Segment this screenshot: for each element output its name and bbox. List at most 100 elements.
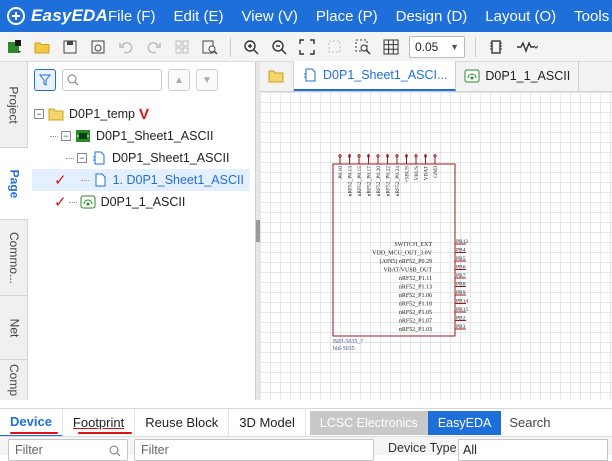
tab-project[interactable]: Project [0,62,28,148]
right-pin[interactable]: (AIN5) nRF52_P0.29 PB5 [380,256,466,265]
search-icon [67,74,79,86]
save-icon [63,40,77,53]
tab-common[interactable]: Commo... [0,220,28,296]
svg-text:P0.10: P0.10 [338,166,344,179]
menu-tools[interactable]: Tools [574,8,609,25]
top-pin[interactable]: nRF52_P0.13 [348,154,354,196]
select-area-button[interactable] [323,35,347,59]
pcb-icon [464,69,480,83]
zoom-area-button[interactable] [351,35,375,59]
doc-tab-label: D0P1_1_ASCII [485,69,571,83]
tab-comp[interactable]: Comp [0,360,28,400]
grid-icon [383,39,399,54]
zoom-out-button[interactable] [267,35,291,59]
svg-text:nRF52_P0.15: nRF52_P0.15 [357,166,363,197]
easyeda-source-button[interactable]: EasyEDA [427,410,502,435]
menu-file[interactable]: File (F) [108,8,156,25]
search-icon [109,445,121,457]
menu-layout[interactable]: Layout (O) [485,8,556,25]
top-pin[interactable]: nRF52_P0.20 [376,154,382,196]
zoom-value: 0.05 [415,39,439,54]
svg-text:PB15: PB15 [456,307,468,313]
collapse-icon[interactable]: − [61,131,71,141]
wire-button[interactable] [512,35,542,59]
top-pin[interactable]: nRF52_P0.17 [367,154,373,196]
prev-button[interactable]: ▲ [168,69,190,91]
find-button[interactable] [198,35,222,59]
tab-comp-label: Comp [7,363,22,397]
library-search[interactable]: Search [501,415,550,430]
menu-place[interactable]: Place (P) [316,8,378,25]
top-pin[interactable]: GND [433,154,439,178]
pcb-icon [80,195,96,209]
chevron-down-icon: ▼ [450,41,459,52]
top-pin[interactable]: +5BUS [405,154,411,183]
tab-net-label: Net [7,318,21,337]
zoom-select[interactable]: 0.05 ▼ [409,35,465,58]
tree-item-label: D0P1_Sheet1_ASCII [96,129,214,143]
doc-tab-project[interactable] [260,61,294,91]
library-search-label: Search [509,415,551,430]
svg-text:SWITCH_EXT: SWITCH_EXT [394,242,432,248]
top-pin[interactable]: nRF52_P0.22 [386,154,392,196]
doc-tab-pcb[interactable]: D0P1_1_ASCII [456,61,580,91]
menu-view[interactable]: View (V) [242,8,298,25]
panel-search-box[interactable] [62,69,162,91]
right-pin[interactable]: VBAT/VUSB_OUT PB6 [383,265,466,274]
collapse-icon[interactable]: − [34,109,44,119]
new-button[interactable] [2,35,26,59]
svg-text:PB7: PB7 [456,273,466,279]
lib-tab-reuse-block[interactable]: Reuse Block [135,408,230,437]
svg-text:PB9: PB9 [456,290,466,296]
top-pin[interactable]: nRF52_P0.24 [395,154,401,196]
left-tab-strip: Project Page Commo... Net Comp [0,62,28,400]
doc-tab-sheet[interactable]: D0P1_Sheet1_ASCI... [294,61,457,91]
zoom-in-button[interactable] [239,35,263,59]
svg-text:PB5: PB5 [456,256,466,262]
align-button[interactable] [170,35,194,59]
filter-input-2[interactable]: Filter [134,439,374,461]
top-pin[interactable]: VBAT [424,154,430,180]
device-type-select[interactable]: All [458,439,608,461]
lib-tab-3d-model[interactable]: 3D Model [229,408,306,437]
right-pin[interactable]: nRF52_P1.03 PB3 [399,324,466,333]
right-pin[interactable]: VDD_MCU_OUT_3.0V PB4 [372,248,466,257]
device-type-label: Device Type [388,441,457,455]
chip-button[interactable] [484,35,508,59]
panel-search-input[interactable] [83,73,153,87]
undo-button[interactable] [114,35,138,59]
redo-button[interactable] [142,35,166,59]
open-button[interactable] [30,35,54,59]
tree-item-pcb[interactable]: ✓ D0P1_1_ASCII [32,191,250,213]
top-pin[interactable]: P0.10 [338,154,344,179]
filter-icon [39,74,51,86]
menu-design[interactable]: Design (D) [396,8,468,25]
tab-net[interactable]: Net [0,296,28,360]
tree-item-sheet[interactable]: − D0P1_Sheet1_ASCII [66,147,250,169]
top-pin[interactable]: VBUS [414,154,420,181]
zoom-out-icon [272,39,287,54]
tab-page[interactable]: Page [0,148,28,220]
tree-item-project[interactable]: − D0P1_temp V [34,103,250,125]
save-button[interactable] [58,35,82,59]
svg-text:PB12: PB12 [456,239,468,245]
fit-button[interactable] [295,35,319,59]
filter-input-1[interactable]: Filter [8,439,128,461]
tree-item-schematic[interactable]: − D0P1_Sheet1_ASCII [50,125,250,147]
collapse-icon[interactable]: − [77,153,87,163]
grid-button[interactable] [379,35,403,59]
tree-item-label: D0P1_1_ASCII [100,195,186,209]
top-pin[interactable]: nRF52_P0.15 [357,154,363,196]
lcsc-source-button[interactable]: LCSC Electronics [309,410,428,435]
save-as-button[interactable] [86,35,110,59]
schematic-canvas[interactable]: P0.10 nRF52_P0.13 nRF52_P0.15 nRF52_P0.17 nR… [260,92,612,400]
lib-tab-device-label: Device [10,414,52,429]
tree-item-label: D0P1_Sheet1_ASCII [112,151,230,165]
svg-text:nRF52_P1.05: nRF52_P1.05 [399,310,432,316]
next-button[interactable]: ▼ [196,69,218,91]
tree-item-page[interactable]: ✓ 1. D0P1_Sheet1_ASCII [32,169,250,191]
app-logo: EasyEDA [0,6,108,26]
save-as-icon [91,40,105,53]
filter-button[interactable] [34,69,56,91]
menu-edit[interactable]: Edit (E) [174,8,224,25]
